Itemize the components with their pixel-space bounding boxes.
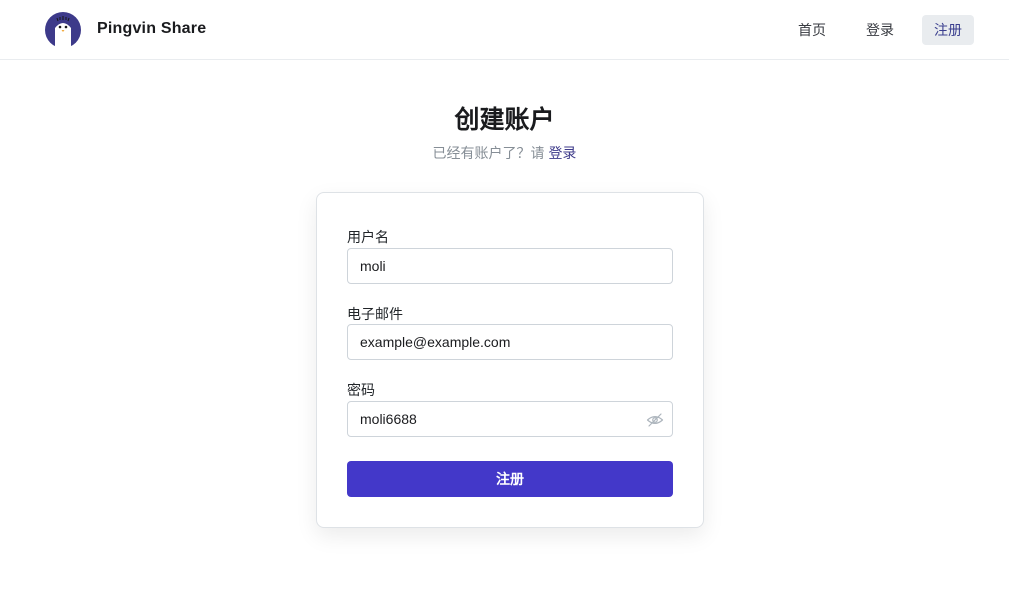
email-value: example@example.com — [360, 334, 511, 350]
email-label: 电子邮件 — [347, 306, 403, 322]
signup-form-card: 用户名 moli 电子邮件 example@example.com 密码 mol… — [316, 192, 704, 528]
password-input[interactable]: moli6688 — [347, 401, 673, 437]
signin-prompt: 已经有账户了？请 登录 — [0, 143, 1009, 163]
register-submit-button[interactable]: 注册 — [347, 461, 673, 497]
top-navbar: Pingvin Share 首页 登录 注册 — [0, 0, 1009, 60]
username-input[interactable]: moli — [347, 248, 673, 284]
signin-link[interactable]: 登录 — [548, 145, 576, 161]
penguin-logo-icon[interactable] — [45, 12, 81, 48]
nav-home-link[interactable]: 首页 — [786, 15, 838, 45]
password-value: moli6688 — [360, 411, 417, 427]
username-label: 用户名 — [347, 229, 389, 245]
username-value: moli — [360, 258, 386, 274]
page-title: 创建账户 — [454, 106, 555, 134]
password-label: 密码 — [347, 382, 375, 398]
email-input[interactable]: example@example.com — [347, 324, 673, 360]
nav-login-link[interactable]: 登录 — [854, 15, 906, 45]
eye-off-icon[interactable] — [646, 411, 664, 429]
nav-register-link[interactable]: 注册 — [922, 15, 974, 45]
brand-name[interactable]: Pingvin Share — [97, 20, 206, 38]
signin-prompt-text: 已经有账户了？请 — [432, 145, 549, 161]
